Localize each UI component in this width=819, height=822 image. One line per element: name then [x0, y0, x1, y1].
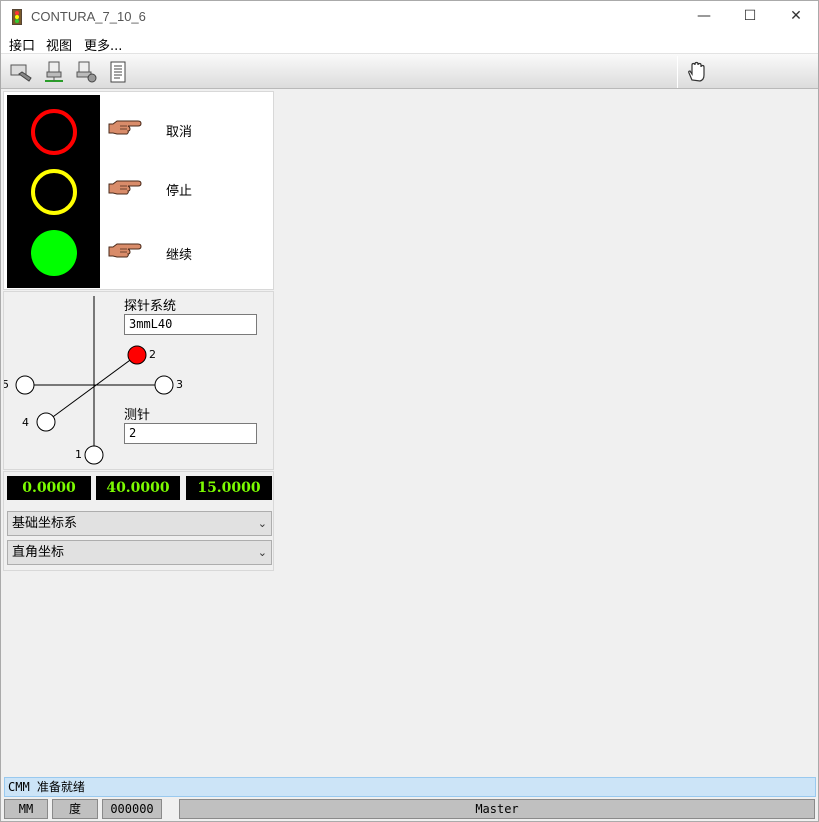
report-list-icon[interactable]	[106, 60, 130, 84]
stylus-3[interactable]	[154, 375, 174, 395]
probe-connect-icon[interactable]	[42, 60, 66, 84]
coord-system-select[interactable]: 基础坐标系 ⌄	[7, 511, 272, 536]
continue-lamp[interactable]	[31, 230, 77, 276]
probe-system-field[interactable]: 3mmL40	[124, 314, 257, 335]
stylus-5[interactable]	[15, 375, 35, 395]
coord-z-display: 15.0000	[186, 476, 272, 500]
maximize-button[interactable]: ☐	[727, 1, 773, 32]
stylus-1[interactable]	[84, 445, 104, 465]
app-window: CONTURA_7_10_6 — ☐ ✕ 接口 视图 更多... 取消 停止 继…	[0, 0, 819, 822]
status-code: 000000	[102, 799, 162, 819]
probe-settings-icon[interactable]	[74, 60, 98, 84]
minimize-button[interactable]: —	[681, 1, 727, 32]
pointing-hand-icon[interactable]	[108, 178, 142, 198]
coord-x-display: 0.0000	[7, 476, 91, 500]
hand-icon[interactable]	[684, 60, 708, 84]
coordinates-panel: 0.0000 40.0000 15.0000 基础坐标系 ⌄ 直角坐标 ⌄	[3, 471, 274, 571]
app-traffic-light-icon	[12, 9, 22, 25]
traffic-light-panel: 取消 停止 继续	[3, 91, 274, 290]
traffic-light	[7, 95, 100, 288]
chevron-down-icon: ⌄	[257, 517, 267, 530]
stylus-4-label: 4	[22, 416, 29, 429]
toolbar-separator	[677, 56, 678, 88]
stylus-1-label: 1	[75, 448, 82, 461]
status-angle-unit: 度	[52, 799, 98, 819]
menu-more[interactable]: 更多...	[84, 35, 122, 54]
stylus-2[interactable]	[127, 345, 147, 365]
menu-view[interactable]: 视图	[46, 35, 72, 54]
window-title: CONTURA_7_10_6	[31, 9, 146, 24]
coord-type-value: 直角坐标	[12, 545, 65, 560]
close-button[interactable]: ✕	[773, 1, 819, 32]
status-unit: MM	[4, 799, 48, 819]
status-bar: MM 度 000000 Master	[1, 798, 818, 821]
toolbar	[1, 53, 818, 89]
cancel-lamp[interactable]	[31, 109, 77, 155]
stop-lamp[interactable]	[31, 169, 77, 215]
stylus-5-label: 5	[4, 378, 9, 391]
cancel-label: 取消	[166, 125, 193, 140]
status-message: CMM 准备就绪	[4, 777, 816, 797]
stylus-3-label: 3	[176, 378, 183, 391]
coord-type-select[interactable]: 直角坐标 ⌄	[7, 540, 272, 565]
coord-system-value: 基础坐标系	[12, 516, 78, 531]
probe-system-label: 探针系统	[124, 299, 177, 314]
probe-panel: 1 2 3 4 5 探针系统 3mmL40 测针 2	[3, 291, 274, 470]
menu-bar: 接口 视图 更多...	[1, 32, 818, 54]
status-mode: Master	[179, 799, 815, 819]
stylus-label: 测针	[124, 408, 151, 423]
stylus-2-label: 2	[149, 348, 156, 361]
continue-label: 继续	[166, 248, 193, 263]
chevron-down-icon: ⌄	[257, 546, 267, 559]
stylus-field[interactable]: 2	[124, 423, 257, 444]
menu-interface[interactable]: 接口	[9, 35, 35, 54]
pointing-hand-icon[interactable]	[108, 118, 142, 138]
pointing-hand-icon[interactable]	[108, 241, 142, 261]
probe-change-icon[interactable]	[9, 60, 33, 84]
stop-label: 停止	[166, 184, 193, 199]
title-bar: CONTURA_7_10_6 — ☐ ✕	[1, 1, 818, 32]
stylus-4[interactable]	[36, 412, 56, 432]
coord-y-display: 40.0000	[96, 476, 180, 500]
